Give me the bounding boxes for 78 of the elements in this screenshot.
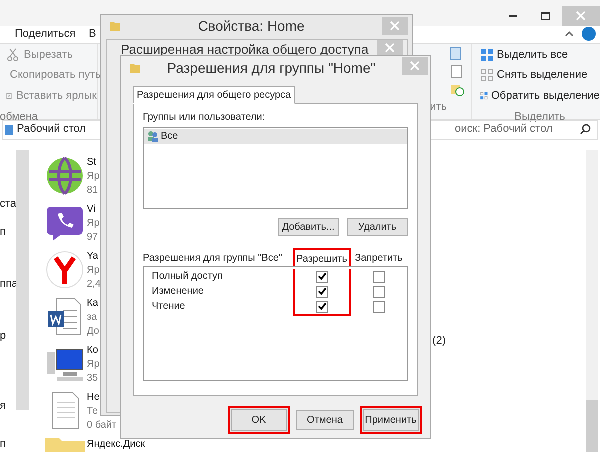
help-icon[interactable] [582,27,596,42]
column-header: Разрешить [293,248,351,266]
ribbon-tab[interactable]: В [89,26,96,42]
history-icon[interactable] [449,82,465,96]
file-label: Яндекс.Диск [87,438,146,452]
section-label: Группы или пользователи: [143,111,266,125]
file-label: 81 [87,184,100,198]
desktop-icon [5,124,13,134]
folder-icon [109,20,121,32]
checkbox[interactable] [316,270,328,282]
ribbon-tab[interactable]: Поделиться [15,26,89,42]
close-icon [385,43,395,53]
close-icon [410,61,420,71]
file-label: Vi [87,202,97,216]
collapse-ribbon-icon[interactable] [565,31,574,38]
group-count: (2) [432,334,446,346]
file-label: До [87,324,100,338]
nav-item[interactable]: п [0,438,14,450]
checkbox[interactable] [316,286,328,298]
file-label: Яр [87,358,100,372]
file-label: 97 [87,230,100,244]
folder-icon [129,62,141,74]
select-all-icon [480,48,494,62]
users-icon [147,131,159,142]
checkbox[interactable] [373,300,385,312]
file-label: Ya [87,250,100,264]
folder-icon [45,438,85,452]
window-title: Разрешения для группы "Home" [166,58,377,78]
file-label: Яр [87,264,101,278]
file-label: Ко [87,344,100,358]
file-label: 0 байт [87,418,117,432]
checkbox[interactable] [373,270,385,282]
list-item[interactable]: Все [144,129,407,144]
file-label: 35 [87,372,100,386]
file-label: Те [87,404,100,418]
file-label: St [87,156,98,170]
select-none-icon [480,68,494,82]
file-label: 2,4 [87,278,101,292]
ribbon-command[interactable]: Снять выделение [497,67,588,84]
group-label: ить [430,100,447,114]
ribbon-command[interactable]: Обратить выделение [491,88,600,104]
window-title: Свойства: Home [197,16,306,36]
dialog-button[interactable]: OK [228,406,290,434]
scrollbar[interactable] [16,150,29,410]
file-label: Не [87,390,101,404]
maximize-icon[interactable] [541,12,550,20]
file-label: Яр [87,216,100,230]
file-label: Ка [87,296,100,310]
nav-item[interactable]: п [0,226,14,238]
group-label: обмена [0,110,40,124]
globe-icon [45,156,85,196]
window-title: Расширенная настройка общего доступа [121,41,369,59]
close-icon [390,21,400,31]
letter-y-icon [45,250,85,290]
edit-icon[interactable] [449,64,465,78]
scrollbar[interactable] [586,150,598,452]
file-label: Яр [87,170,100,184]
dialog-button[interactable]: Добавить... [278,218,339,236]
nav-item[interactable]: р [0,330,14,342]
checkbox[interactable] [373,286,385,298]
checkbox[interactable] [316,300,328,312]
dialog-button[interactable]: Применить [360,406,422,434]
permission-name: Полный доступ [151,270,224,284]
section-label: Разрешения для группы "Все" [143,252,284,266]
scissors-icon [6,48,20,62]
ribbon-command[interactable]: Выделить все [497,46,568,63]
permission-name: Чтение [151,300,186,314]
file-label: за [87,310,98,324]
dialog-button[interactable]: Отмена [296,410,354,430]
search-icon [580,124,591,135]
column-header: Запретить [354,252,404,266]
close-icon [576,11,586,21]
dialog-button[interactable]: Удалить [347,218,408,236]
tab[interactable]: Разрешения для общего ресурса [133,86,296,104]
nav-item[interactable]: я [0,400,14,412]
permission-name: Изменение [151,285,205,299]
nav-item[interactable]: ста [0,198,14,210]
close-button[interactable] [377,40,403,56]
